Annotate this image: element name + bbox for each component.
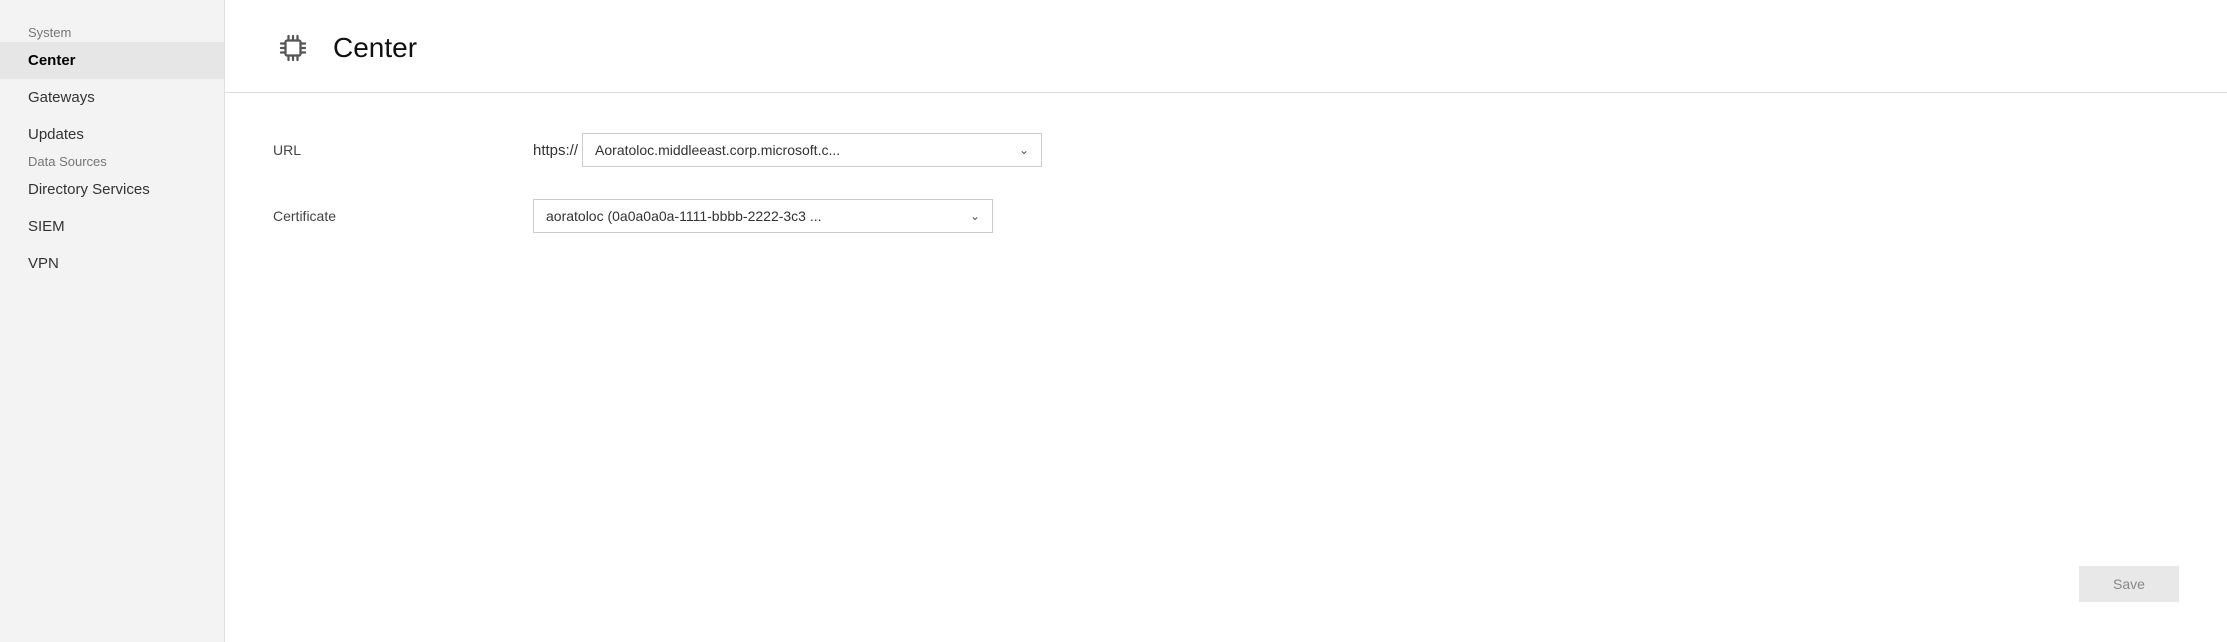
certificate-dropdown-value: aoratoloc (0a0a0a0a-1111-bbbb-2222-3c3 .… — [546, 208, 960, 224]
sidebar-item-vpn[interactable]: VPN — [0, 245, 224, 282]
sidebar-item-center[interactable]: Center — [0, 42, 224, 79]
certificate-dropdown[interactable]: aoratoloc (0a0a0a0a-1111-bbbb-2222-3c3 .… — [533, 199, 993, 233]
sidebar-item-directory-services[interactable]: Directory Services — [0, 171, 224, 208]
url-prefix: https:// — [533, 142, 578, 159]
save-button-container: Save — [2079, 566, 2179, 602]
data-sources-section-label: Data Sources — [0, 144, 135, 175]
page-title: Center — [333, 32, 417, 64]
chip-icon — [273, 28, 313, 68]
certificate-row: Certificate aoratoloc (0a0a0a0a-1111-bbb… — [273, 199, 2179, 233]
url-dropdown[interactable]: Aoratoloc.middleeast.corp.microsoft.c...… — [582, 133, 1042, 167]
url-row: URL https:// Aoratoloc.middleeast.corp.m… — [273, 133, 2179, 167]
page-header: Center — [225, 0, 2227, 93]
sidebar-item-gateways[interactable]: Gateways — [0, 79, 224, 116]
url-label: URL — [273, 142, 533, 158]
url-dropdown-value: Aoratoloc.middleeast.corp.microsoft.c... — [595, 142, 1009, 158]
form-area: URL https:// Aoratoloc.middleeast.corp.m… — [225, 93, 2227, 642]
main-content: Center URL https:// Aoratoloc.middleeast… — [225, 0, 2227, 642]
sidebar: System Center Gateways Updates Data Sour… — [0, 0, 225, 642]
chevron-down-icon: ⌄ — [1019, 143, 1029, 157]
certificate-control-group: aoratoloc (0a0a0a0a-1111-bbbb-2222-3c3 .… — [533, 199, 993, 233]
chevron-down-icon: ⌄ — [970, 209, 980, 223]
system-section-label: System — [0, 15, 99, 46]
sidebar-item-siem[interactable]: SIEM — [0, 208, 224, 245]
certificate-label: Certificate — [273, 208, 533, 224]
url-control-group: https:// Aoratoloc.middleeast.corp.micro… — [533, 133, 1042, 167]
save-button[interactable]: Save — [2079, 566, 2179, 602]
